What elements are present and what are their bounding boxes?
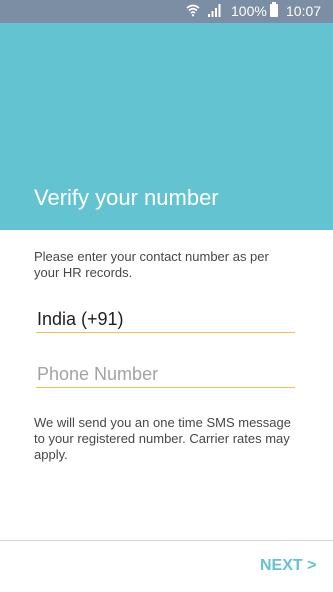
- header: Verify your number: [0, 23, 333, 230]
- next-button[interactable]: NEXT >: [260, 557, 316, 575]
- wifi-icon: [186, 3, 200, 20]
- battery-percent: 100%: [231, 3, 267, 19]
- footer-divider: [0, 540, 333, 541]
- signal-icon: [208, 4, 221, 20]
- clock: 10:07: [286, 3, 322, 19]
- status-bar: 100% 10:07: [0, 0, 333, 23]
- battery-icon: [270, 2, 278, 17]
- country-code-field[interactable]: India (+91): [36, 309, 295, 333]
- phone-number-input[interactable]: [36, 361, 295, 388]
- page-title: Verify your number: [34, 185, 219, 210]
- intro-text: Please enter your contact number as per …: [34, 249, 269, 280]
- sms-note: We will send you an one time SMS message…: [34, 415, 291, 462]
